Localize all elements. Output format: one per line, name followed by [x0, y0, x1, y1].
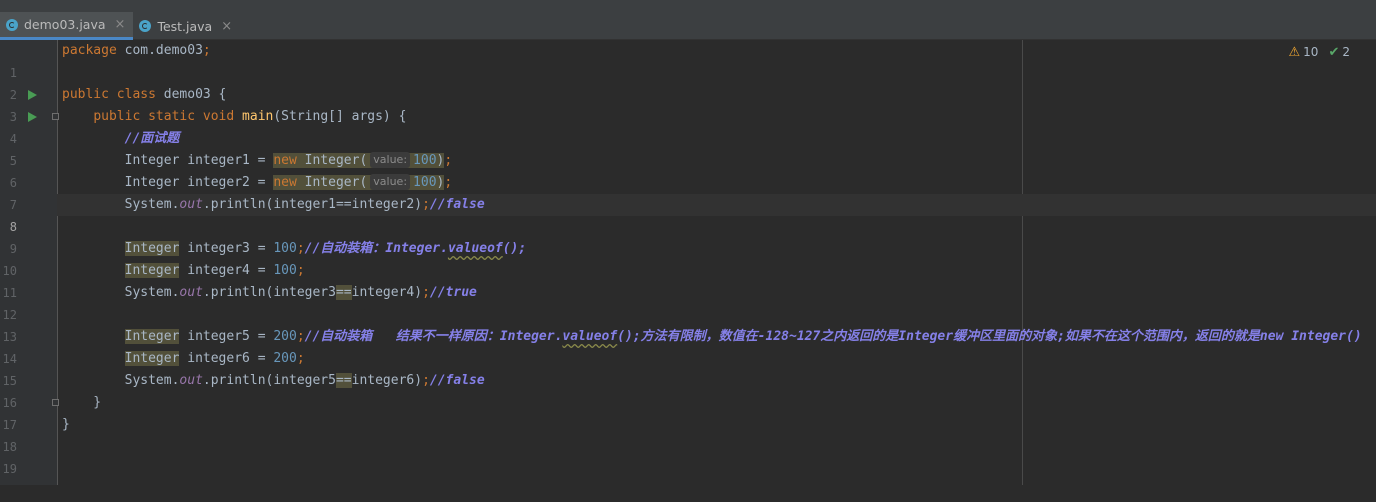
- code-line: 15 Integer integer6 = 200;: [0, 348, 1376, 388]
- java-class-icon: [6, 18, 18, 31]
- line-number: 19: [2, 462, 17, 476]
- fold-icon[interactable]: [52, 399, 59, 406]
- code-line: 13: [0, 304, 1376, 344]
- code-line: 16 System.out.println(integer5==integer6…: [0, 370, 1376, 410]
- code-line: 5 //面试题: [0, 128, 1376, 168]
- code-line-current: 8 System.out.println(integer1==integer2)…: [0, 194, 1376, 234]
- code-line: 10 Integer integer3 = 100;//自动装箱：Integer…: [0, 238, 1376, 278]
- code-line: 12 System.out.println(integer3==integer4…: [0, 282, 1376, 322]
- code-line: 18 }: [0, 414, 1376, 454]
- code-line: 19: [0, 436, 1376, 476]
- code-line: 11 Integer integer4 = 100;: [0, 260, 1376, 300]
- code-line: 9: [0, 216, 1376, 256]
- code-line: 4 public static void main(String[] args)…: [0, 106, 1376, 146]
- param-hint: value:: [370, 174, 411, 190]
- tab-test-java[interactable]: Test.java ×: [133, 12, 240, 40]
- code-line: 3 public class demo03 {: [0, 84, 1376, 124]
- fold-icon[interactable]: [52, 113, 59, 120]
- window-top-strip: [0, 0, 1376, 12]
- run-class-icon[interactable]: [28, 90, 37, 100]
- code-line: 6 Integer integer1 = new Integer(value: 1…: [0, 150, 1376, 190]
- close-icon[interactable]: ×: [115, 18, 126, 31]
- run-main-icon[interactable]: [28, 112, 37, 122]
- code-editor[interactable]: ⚠ 10 ✔ 2 1 package com.demo03; 2 3 public …: [0, 40, 1376, 485]
- tab-demo03-java[interactable]: demo03.java ×: [0, 12, 134, 40]
- tab-label: demo03.java: [24, 17, 106, 32]
- editor-tab-bar: demo03.java × Test.java ×: [0, 12, 1376, 40]
- code-line: 1 package com.demo03;: [0, 40, 1376, 80]
- close-icon[interactable]: ×: [221, 20, 232, 33]
- code-line: 14 Integer integer5 = 200;//自动装箱 结果不一样原因…: [0, 326, 1376, 366]
- tab-label: Test.java: [157, 18, 213, 34]
- code-line: 7 Integer integer2 = new Integer(value: 1…: [0, 172, 1376, 212]
- code-line: 2: [0, 62, 1376, 102]
- param-hint: value:: [370, 152, 411, 168]
- java-class-icon: [139, 20, 152, 32]
- code-line: 17 }: [0, 392, 1376, 432]
